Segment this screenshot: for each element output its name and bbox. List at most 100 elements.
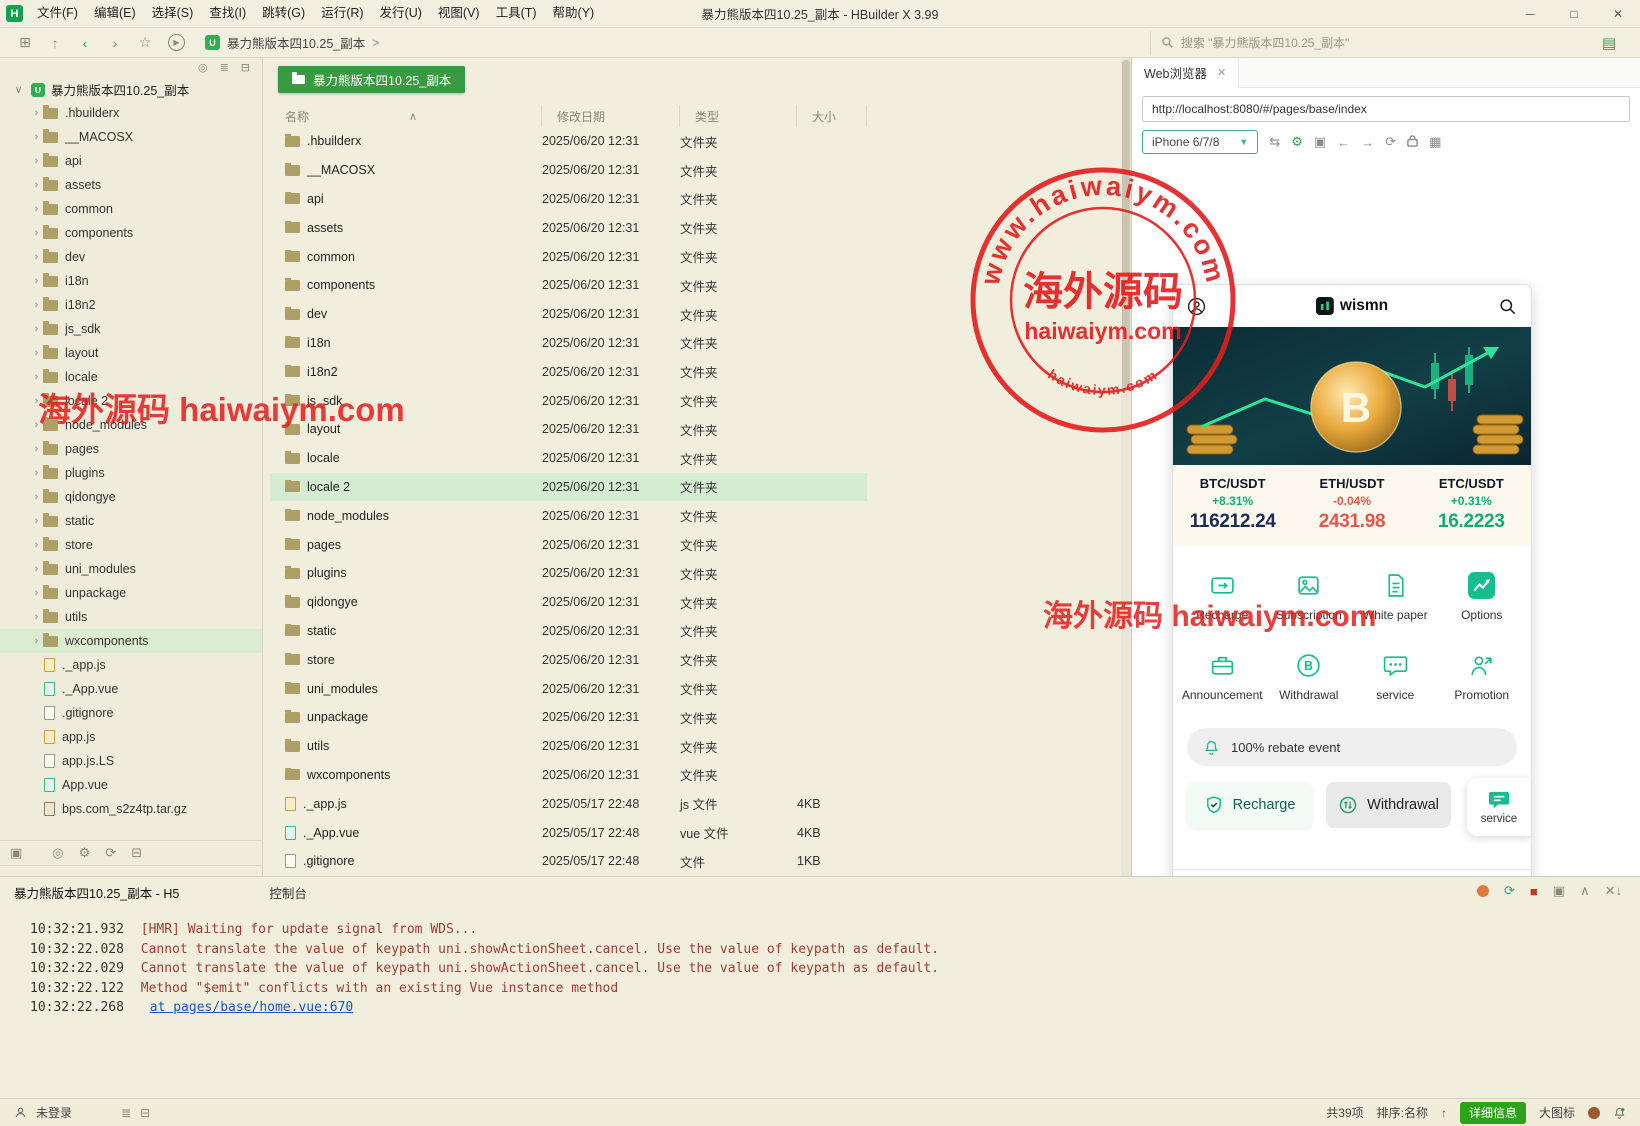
menu-item[interactable]: 工具(T) (488, 0, 545, 27)
file-row[interactable]: i18n2 2025/06/20 12:31 文件夹 (270, 357, 867, 386)
chevron-right-icon[interactable]: › (30, 203, 43, 215)
run-icon[interactable]: ▶ (168, 34, 185, 51)
chevron-right-icon[interactable]: › (30, 491, 43, 503)
file-row[interactable]: plugins 2025/06/20 12:31 文件夹 (270, 559, 867, 588)
grid-item-subscription[interactable]: Subscription (1266, 570, 1353, 622)
file-row[interactable]: pages 2025/06/20 12:31 文件夹 (270, 530, 867, 559)
close-icon[interactable]: ✕ (1596, 0, 1640, 28)
nav-forward-icon[interactable]: → (1361, 135, 1374, 150)
tree-folder-row[interactable]: › node_modules (0, 413, 262, 437)
sort-label[interactable]: 排序:名称 (1377, 1104, 1428, 1121)
new-file-icon[interactable]: ⊞ (10, 34, 40, 51)
grid-item-service[interactable]: service (1352, 650, 1439, 702)
folder-icon[interactable]: ▣ (10, 845, 22, 861)
column-header-type[interactable]: 类型 (680, 105, 797, 127)
reload-icon[interactable]: ⟳ (1385, 134, 1396, 150)
file-row[interactable]: i18n 2025/06/20 12:31 文件夹 (270, 329, 867, 358)
list-icon[interactable]: ≣ (121, 1106, 131, 1120)
breadcrumb[interactable]: U 暴力熊版本四10.25_副本 > (205, 33, 380, 52)
tree-folder-row[interactable]: › locale 2 (0, 389, 262, 413)
column-header-size[interactable]: 大小 (797, 105, 867, 127)
notice-bar[interactable]: 100% rebate event (1187, 728, 1517, 766)
chevron-right-icon[interactable]: › (30, 347, 43, 359)
tree-folder-row[interactable]: › utils (0, 605, 262, 629)
tree-folder-row[interactable]: › js_sdk (0, 317, 262, 341)
tree-folder-row[interactable]: › common (0, 197, 262, 221)
tab-web-browser[interactable]: Web浏览器 ✕ (1132, 58, 1240, 88)
menu-item[interactable]: 视图(V) (430, 0, 488, 27)
tree-folder-row[interactable]: › pages (0, 437, 262, 461)
collapse-icon[interactable]: ⊟ (131, 845, 142, 861)
chevron-right-icon[interactable]: › (30, 611, 43, 623)
tree-file-row[interactable]: app.js.LS (0, 749, 262, 773)
chevron-down-icon[interactable]: ∨ (12, 83, 25, 96)
chevron-right-icon[interactable]: › (30, 371, 43, 383)
device-select[interactable]: iPhone 6/7/8 ▼ (1142, 130, 1259, 154)
file-row[interactable]: js_sdk 2025/06/20 12:31 文件夹 (270, 386, 867, 415)
tree-folder-row[interactable]: › .hbuilderx (0, 101, 262, 125)
tree-folder-row[interactable]: › locale (0, 365, 262, 389)
qrcode-icon[interactable]: ▦ (1429, 134, 1441, 150)
chevron-right-icon[interactable]: › (30, 323, 43, 335)
lock-icon[interactable] (1407, 134, 1418, 150)
file-row[interactable]: locale 2025/06/20 12:31 文件夹 (270, 444, 867, 473)
file-row[interactable]: uni_modules 2025/06/20 12:31 文件夹 (270, 674, 867, 703)
tree-folder-row[interactable]: › layout (0, 341, 262, 365)
menu-item[interactable]: 帮助(Y) (545, 0, 603, 27)
ticker-btc[interactable]: BTC/USDT +8.31% 116212.24 (1173, 476, 1292, 533)
tree-file-row[interactable]: App.vue (0, 773, 262, 797)
grid-item-promotion[interactable]: Promotion (1439, 650, 1526, 702)
chevron-right-icon[interactable]: › (30, 275, 43, 287)
source-link[interactable]: at pages/base/home.vue:670 (150, 1000, 354, 1015)
menu-item[interactable]: 运行(R) (313, 0, 371, 27)
chevron-right-icon[interactable]: › (30, 443, 43, 455)
tree-folder-row[interactable]: › assets (0, 173, 262, 197)
ticker-etc[interactable]: ETC/USDT +0.31% 16.2223 (1412, 476, 1531, 533)
forward-icon[interactable]: › (100, 35, 130, 51)
ticker-eth[interactable]: ETH/USDT -0.04% 2431.98 (1292, 476, 1411, 533)
chevron-right-icon[interactable]: › (30, 539, 43, 551)
tree-file-row[interactable]: .gitignore (0, 701, 262, 725)
back-icon[interactable]: ‹ (70, 35, 100, 51)
chevron-right-icon[interactable]: › (30, 131, 43, 143)
chevron-right-icon[interactable]: › (30, 467, 43, 479)
file-row[interactable]: unpackage 2025/06/20 12:31 文件夹 (270, 703, 867, 732)
tree-folder-row[interactable]: › store (0, 533, 262, 557)
file-row[interactable]: locale 2 2025/06/20 12:31 文件夹 (270, 472, 867, 502)
menu-icon[interactable]: ≣ (220, 61, 229, 78)
large-icon-view-button[interactable]: 大图标 (1539, 1104, 1575, 1121)
scrollbar[interactable] (1121, 58, 1131, 876)
tree-root[interactable]: ∨ U 暴力熊版本四10.25_副本 (0, 78, 262, 101)
grid-item-options[interactable]: Options (1439, 570, 1526, 622)
chevron-right-icon[interactable]: › (30, 635, 43, 647)
tree-folder-row[interactable]: › wxcomponents (0, 629, 262, 653)
restart-icon[interactable]: ⟳ (1504, 883, 1515, 899)
panel-icon[interactable]: ⊟ (140, 1106, 150, 1120)
tree-folder-row[interactable]: › i18n (0, 269, 262, 293)
tree-folder-row[interactable]: › components (0, 221, 262, 245)
maximize-icon[interactable]: □ (1552, 0, 1596, 28)
file-row[interactable]: layout 2025/06/20 12:31 文件夹 (270, 415, 867, 444)
settings-gear-icon[interactable]: ⚙ (79, 845, 91, 861)
tree-file-row[interactable]: ._App.vue (0, 677, 262, 701)
minimize-icon[interactable]: ─ (1508, 0, 1552, 28)
file-row[interactable]: components 2025/06/20 12:31 文件夹 (270, 271, 867, 300)
folder-tab[interactable]: 暴力熊版本四10.25_副本 (278, 66, 466, 93)
tree-file-row[interactable]: ._app.js (0, 653, 262, 677)
detail-view-button[interactable]: 详细信息 (1459, 1101, 1526, 1124)
file-row[interactable]: __MACOSX 2025/06/20 12:31 文件夹 (270, 156, 867, 185)
refresh-icon[interactable]: ⟳ (105, 845, 116, 861)
devtools-gear-icon[interactable]: ⚙ (1291, 134, 1303, 150)
stop-icon[interactable]: ■ (1530, 884, 1538, 899)
tree-folder-row[interactable]: › unpackage (0, 581, 262, 605)
menu-item[interactable]: 跳转(G) (254, 0, 313, 27)
close-icon[interactable]: ✕ (1217, 66, 1226, 79)
nav-back-icon[interactable]: ← (1337, 135, 1350, 150)
tree-folder-row[interactable]: › qidongye (0, 485, 262, 509)
search-input[interactable]: 搜索 "暴力熊版本四10.25_副本" (1149, 30, 1580, 55)
chevron-right-icon[interactable]: › (30, 251, 43, 263)
chevron-right-icon[interactable]: › (30, 563, 43, 575)
menu-item[interactable]: 发行(U) (372, 0, 430, 27)
up-icon[interactable]: ↑ (40, 35, 70, 51)
menu-item[interactable]: 编辑(E) (86, 0, 144, 27)
